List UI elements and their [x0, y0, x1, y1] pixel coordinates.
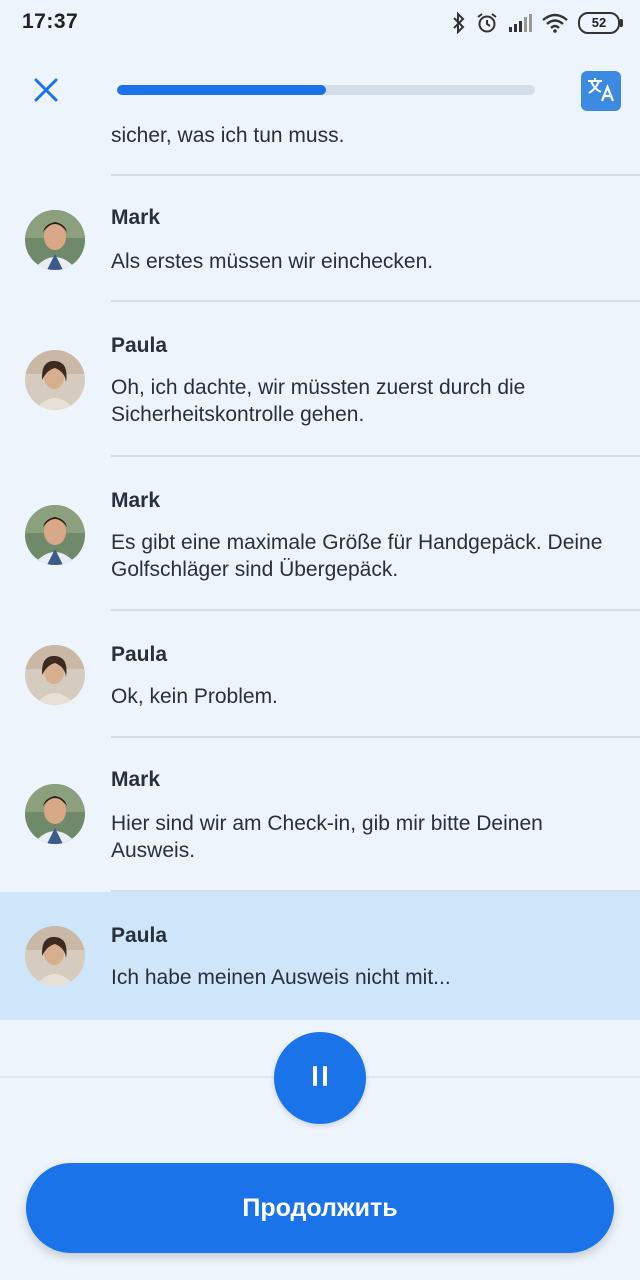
message-text: Hier sind wir am Check-in, gib mir bitte… [111, 812, 543, 862]
lesson-progress-bar [117, 85, 535, 95]
message-item-current[interactable]: Paula Ich habe meinen Ausweis nicht mit.… [0, 892, 640, 1020]
avatar-paula [25, 926, 85, 986]
status-icons: 52 [452, 10, 623, 36]
avatar-paula [25, 350, 85, 410]
message-text: Es gibt eine maximale Größe für Handgepä… [111, 531, 603, 581]
status-bar: 17:37 52 [0, 0, 640, 46]
speaker-name: Mark [111, 768, 161, 791]
pause-icon [310, 1064, 330, 1093]
message-item[interactable]: Mark Hier sind wir am Check-in, gib mir … [0, 738, 640, 891]
bluetooth-icon [452, 12, 466, 34]
avatar-paula [25, 645, 85, 705]
dialogue-transcript[interactable]: sicher, was ich tun muss. Mark Als erste… [0, 110, 640, 1020]
avatar-mark [25, 210, 85, 270]
close-icon [33, 77, 59, 108]
speaker-name: Paula [111, 334, 168, 357]
partial-message-text: sicher, was ich tun muss. [111, 124, 345, 147]
status-time: 17:37 [22, 10, 79, 33]
close-button[interactable] [24, 70, 68, 114]
alarm-icon [476, 12, 498, 34]
speaker-name: Mark [111, 489, 161, 512]
speaker-name: Mark [111, 206, 161, 229]
progress-fill [117, 85, 326, 95]
message-item[interactable]: Mark Es gibt eine maximale Größe für Han… [0, 457, 640, 610]
message-text: Ich habe meinen Ausweis nicht mit... [111, 966, 451, 989]
avatar-mark [25, 784, 85, 844]
message-item[interactable]: Mark Als erstes müssen wir einchecken. [0, 176, 640, 302]
translate-button[interactable] [581, 71, 621, 111]
pause-button[interactable] [274, 1032, 366, 1124]
speaker-name: Paula [111, 643, 168, 666]
message-text: Ok, kein Problem. [111, 685, 278, 708]
wifi-icon [542, 13, 568, 33]
message-text: Als erstes müssen wir einchecken. [111, 250, 434, 273]
battery-indicator: 52 [578, 12, 623, 34]
message-item[interactable]: Paula Oh, ich dachte, wir müssten zuerst… [0, 302, 640, 456]
avatar-mark [25, 505, 85, 565]
speaker-name: Paula [111, 924, 168, 947]
translate-icon [586, 75, 616, 108]
message-item[interactable]: Paula Ok, kein Problem. [0, 611, 640, 737]
continue-button[interactable]: Продолжить [26, 1163, 614, 1253]
signal-icon [508, 13, 532, 33]
message-text: Oh, ich dachte, wir müssten zuerst durch… [111, 376, 526, 426]
